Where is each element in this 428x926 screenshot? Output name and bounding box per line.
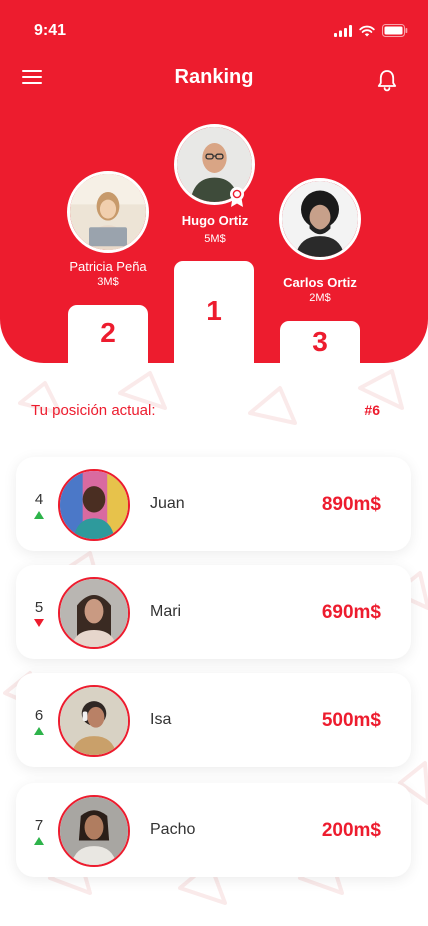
- status-icons: [334, 24, 408, 37]
- avatar-third-place[interactable]: [279, 178, 361, 260]
- signal-icon: [334, 24, 352, 37]
- ranking-amount: 200m$: [321, 820, 381, 841]
- trend-up-icon: [34, 511, 44, 519]
- ranking-amount: 690m$: [321, 602, 381, 623]
- podium-third: 3: [280, 321, 360, 363]
- avatar: [58, 577, 130, 649]
- bell-icon[interactable]: [376, 68, 398, 92]
- current-position-label: Tu posición actual:: [31, 402, 156, 419]
- avatar-second-place[interactable]: [67, 171, 149, 253]
- podium-first: 1: [174, 261, 254, 363]
- badge-icon: [230, 187, 244, 207]
- ranking-amount: 500m$: [321, 710, 381, 731]
- podium-second: 2: [68, 305, 148, 363]
- avatar: [58, 795, 130, 867]
- current-position-value: #6: [364, 402, 380, 418]
- battery-icon: [382, 24, 408, 37]
- ranking-name: Isa: [150, 711, 172, 728]
- avatar: [58, 469, 130, 541]
- first-place-name: Hugo Ortiz: [181, 213, 249, 228]
- first-place-amount: 5M$: [204, 233, 226, 245]
- ranking-rank: 7: [34, 817, 44, 834]
- ranking-name: Pacho: [150, 821, 196, 838]
- ranking-card[interactable]: 5 Mari 690m$: [16, 565, 411, 659]
- ranking-rank: 5: [34, 599, 44, 616]
- ranking-card[interactable]: 7 Pacho 200m$: [16, 783, 411, 877]
- wifi-icon: [359, 25, 375, 36]
- third-place-amount: 2M$: [309, 292, 331, 304]
- ranking-rank: 4: [34, 491, 44, 508]
- trend-down-icon: [34, 619, 44, 627]
- ranking-card[interactable]: 6 Isa 500m$: [16, 673, 411, 767]
- second-place-name: Patricia Peña: [69, 259, 147, 274]
- trend-up-icon: [34, 727, 44, 735]
- ranking-name: Juan: [150, 495, 185, 512]
- ranking-name: Mari: [150, 603, 182, 620]
- ranking-card[interactable]: 4 Juan 890m$: [16, 457, 411, 551]
- second-place-amount: 3M$: [97, 276, 119, 288]
- ranking-header: 9:41 Ranking Patricia Peña 3M$ Hugo Orti…: [0, 0, 428, 363]
- ranking-amount: 890m$: [321, 494, 381, 515]
- trend-up-icon: [34, 837, 44, 845]
- avatar: [58, 685, 130, 757]
- ranking-rank: 6: [34, 707, 44, 724]
- page-title: Ranking: [174, 66, 254, 88]
- status-time: 9:41: [34, 22, 67, 39]
- third-place-name: Carlos Ortiz: [283, 275, 357, 290]
